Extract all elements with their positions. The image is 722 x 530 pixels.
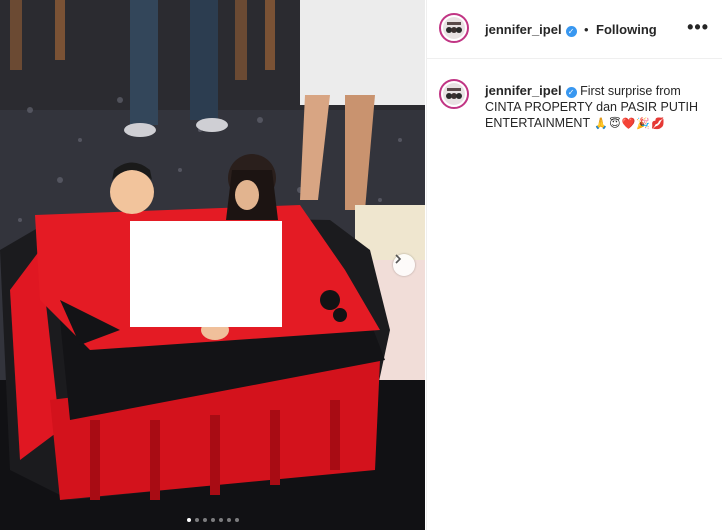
instagram-post: jennifer_ipel✓ • Following ••• jennifer (0, 0, 722, 530)
smiling-halo-icon: 😇 (609, 118, 621, 130)
verified-badge-icon: ✓ (565, 87, 577, 98)
username-link[interactable]: jennifer_ipel (485, 22, 562, 37)
avatar-image (443, 17, 465, 39)
post-header: jennifer_ipel ✓ • Following ••• (427, 0, 722, 59)
carousel-indicator (0, 518, 425, 522)
avatar[interactable] (439, 13, 469, 43)
carousel-dot (194, 518, 199, 522)
censor-box (130, 221, 282, 327)
separator-dot: • (584, 22, 589, 37)
post-media[interactable] (0, 0, 425, 530)
carousel-dot (226, 518, 231, 522)
carousel-dot (234, 518, 239, 522)
caption-text: jennifer_ipel ✓ First surprise from CINTA… (485, 83, 705, 132)
more-options-icon[interactable]: ••• (687, 17, 709, 38)
carousel-dot (186, 518, 191, 522)
chevron-right-icon (395, 254, 402, 264)
caption-username-link[interactable]: jennifer_ipel (485, 83, 562, 98)
carousel-dot (218, 518, 223, 522)
praying-hands-icon: 🙏 (594, 118, 609, 130)
verified-badge-icon: ✓ (565, 26, 577, 37)
carousel-dot (210, 518, 215, 522)
kiss-mark-icon: 💋 (650, 118, 665, 130)
following-button[interactable]: Following (596, 22, 657, 37)
heart-icon: ❤️ (621, 118, 636, 130)
party-popper-icon: 🎉 (636, 118, 650, 130)
carousel-dot (202, 518, 207, 522)
carousel-next-button[interactable] (393, 254, 415, 276)
caption-avatar[interactable] (439, 79, 469, 109)
post-sidebar: jennifer_ipel✓ • Following ••• jennifer (426, 0, 722, 530)
avatar-image (443, 83, 465, 105)
header-meta: jennifer_ipel ✓ • Following (485, 21, 657, 39)
